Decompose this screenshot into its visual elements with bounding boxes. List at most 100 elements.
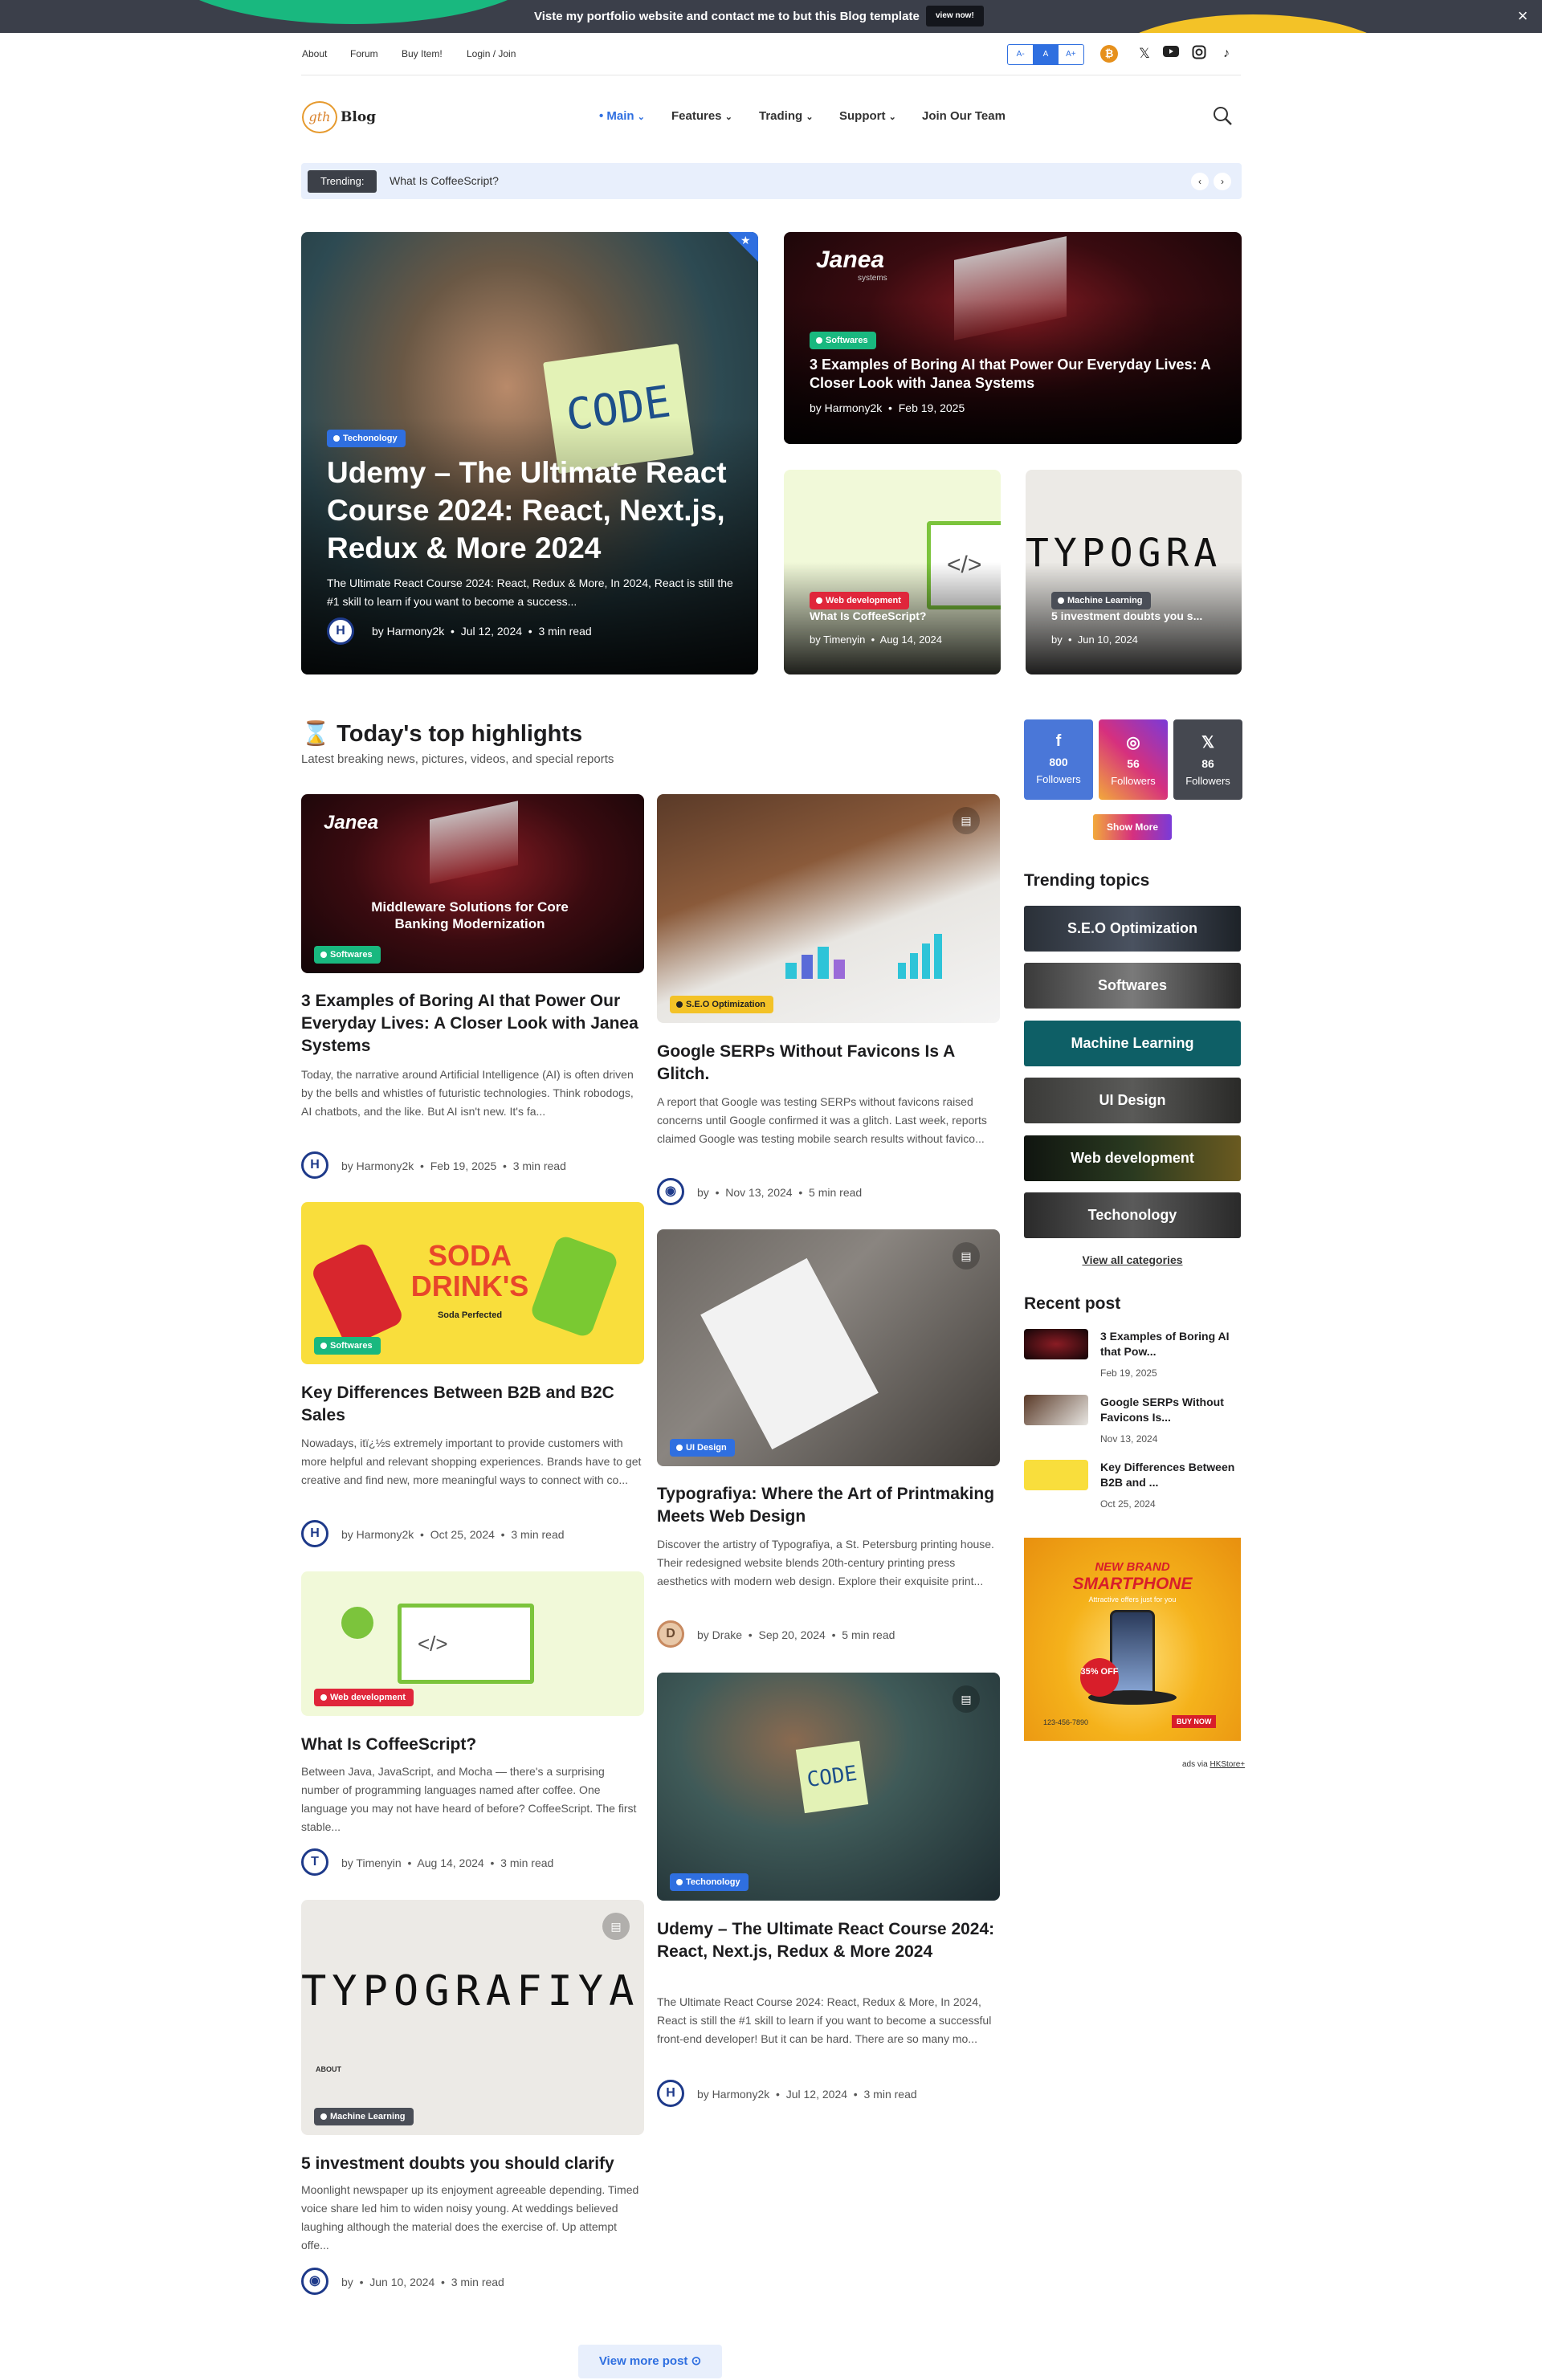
site-logo[interactable]: gth Blog [302,101,379,133]
post-image[interactable]: TYPOGRAFIYA ABOUT ▤ Machine Learning [301,1900,644,2135]
recent-post-thumb[interactable] [1024,1460,1088,1490]
hero-main-title[interactable]: Udemy – The Ultimate React Course 2024: … [327,454,744,567]
youtube-icon[interactable] [1162,45,1180,63]
recent-post-thumb[interactable] [1024,1329,1088,1359]
instagram-icon[interactable] [1190,45,1208,63]
category-badge[interactable]: Softwares [810,332,876,349]
ad-credit-link[interactable]: HKStore+ [1210,1760,1245,1769]
post-image[interactable]: SODA DRINK'S Soda Perfected Softwares [301,1202,644,1364]
hero-small-title[interactable]: 5 investment doubts you s... [1051,609,1202,622]
search-icon[interactable] [1211,104,1234,127]
instagram-followers[interactable]: ◎ 56 Followers [1099,719,1168,800]
category-badge[interactable]: S.E.O Optimization [670,996,774,1013]
top-link-login[interactable]: Login / Join [467,48,516,59]
hero-side-card[interactable]: Janea systems Softwares 3 Examples of Bo… [784,232,1242,444]
topic-techonology[interactable]: Techonology [1024,1192,1241,1238]
topic-softwares[interactable]: Softwares [1024,963,1241,1009]
hero-side-title[interactable]: 3 Examples of Boring AI that Power Our E… [810,356,1219,393]
x-followers[interactable]: 𝕏 86 Followers [1173,719,1242,800]
post-author[interactable]: by Timenyin [341,1856,402,1869]
category-badge[interactable]: Machine Learning [314,2108,414,2125]
post-author[interactable]: by Harmony2k [372,625,444,638]
topic-seo[interactable]: S.E.O Optimization [1024,906,1241,952]
category-badge[interactable]: Web development [314,1689,414,1706]
font-increase-button[interactable]: A+ [1059,45,1083,64]
top-link-about[interactable]: About [302,48,327,59]
bitcoin-icon[interactable]: ₿ [1100,45,1118,63]
post-image[interactable]: </> Web development [301,1571,644,1716]
font-normal-button[interactable]: A [1033,45,1059,64]
arrow-right-icon: ⊙ [691,2354,702,2368]
font-decrease-button[interactable]: A- [1008,45,1033,64]
post-title[interactable]: 3 Examples of Boring AI that Power Our E… [301,990,644,1058]
section-title: ⌛ Today's top highlights [301,720,582,748]
post-title[interactable]: Google SERPs Without Favicons Is A Glitc… [657,1041,1000,1086]
recent-post-link[interactable]: Google SERPs Without Favicons Is... [1100,1395,1242,1425]
category-badge[interactable]: Techonology [670,1873,749,1891]
x-icon[interactable]: 𝕏 [1136,45,1153,63]
view-all-categories-link[interactable]: View all categories [1024,1253,1241,1266]
hero-main-card[interactable]: CODE ★ Techonology Udemy – The Ultimate … [301,232,758,674]
nav-support[interactable]: Support ⌄ [839,109,896,123]
category-badge[interactable]: Web development [810,592,909,609]
nav-join-team[interactable]: Join Our Team [922,109,1006,123]
view-more-button[interactable]: View more post ⊙ [578,2345,722,2378]
promo-view-button[interactable]: view now! [926,6,984,26]
topic-ui-design[interactable]: UI Design [1024,1078,1241,1123]
recent-post-link[interactable]: Key Differences Between B2B and ... [1100,1460,1242,1490]
post-image[interactable]: ▤ S.E.O Optimization [657,794,1000,1023]
post-title[interactable]: Key Differences Between B2B and B2C Sale… [301,1382,644,1427]
hero-small-card[interactable]: </> Web development What Is CoffeeScript… [784,470,1001,674]
tiktok-icon[interactable]: ♪ [1218,45,1235,63]
hero-small-card[interactable]: TYPOGRA Machine Learning 5 investment do… [1026,470,1242,674]
read-time: 3 min read [512,1159,566,1172]
post-author[interactable]: by [1051,634,1063,646]
post-image[interactable]: Janea Middleware Solutions for Core Bank… [301,794,644,973]
post-author[interactable]: by Harmony2k [341,1159,414,1172]
post-author[interactable]: by Harmony2k [810,401,882,414]
chevron-right-icon[interactable]: › [1214,173,1231,190]
chevron-left-icon[interactable]: ‹ [1191,173,1209,190]
post-author[interactable]: by Drake [697,1628,742,1641]
hero-small-title[interactable]: What Is CoffeeScript? [810,609,926,622]
category-badge[interactable]: Softwares [314,1337,381,1355]
category-badge[interactable]: Techonology [327,430,406,447]
follower-count: 800 [1049,756,1068,768]
category-badge[interactable]: Machine Learning [1051,592,1151,609]
post-title[interactable]: 5 investment doubts you should clarify [301,2153,644,2175]
post-date: Sep 20, 2024 [758,1628,826,1641]
post-image[interactable]: ▤ UI Design [657,1229,1000,1466]
post-author[interactable]: by [341,2276,353,2288]
bookmark-icon[interactable]: ▤ [953,1242,980,1269]
post-date: Feb 19, 2025 [898,401,965,414]
trending-link[interactable]: What Is CoffeeScript? [390,174,499,187]
topic-web-development[interactable]: Web development [1024,1135,1241,1181]
recent-post-link[interactable]: 3 Examples of Boring AI that Pow... [1100,1329,1242,1359]
post-author[interactable]: by Harmony2k [341,1528,414,1541]
nav-features[interactable]: Features ⌄ [671,109,732,123]
nav-trading[interactable]: Trading ⌄ [759,109,814,123]
top-link-buy[interactable]: Buy Item! [402,48,443,59]
category-badge[interactable]: Softwares [314,946,381,964]
top-link-forum[interactable]: Forum [350,48,378,59]
bookmark-icon[interactable]: ▤ [602,1913,630,1940]
topic-machine-learning[interactable]: Machine Learning [1024,1021,1241,1066]
post-title[interactable]: Typografiya: Where the Art of Printmakin… [657,1483,1000,1528]
post-title[interactable]: What Is CoffeeScript? [301,1734,644,1756]
recent-post-thumb[interactable] [1024,1395,1088,1425]
post-author[interactable]: by [697,1186,709,1199]
show-more-button[interactable]: Show More [1093,814,1172,840]
nav-main[interactable]: • Main ⌄ [599,109,645,123]
post-author[interactable]: by Timenyin [810,634,865,646]
bookmark-icon[interactable]: ▤ [953,807,980,834]
bookmark-icon[interactable]: ▤ [953,1685,980,1713]
facebook-followers[interactable]: f 800 Followers [1024,719,1093,800]
advertisement[interactable]: NEW BRAND SMARTPHONE Attractive offers j… [1024,1538,1241,1741]
post-author[interactable]: by Harmony2k [697,2088,769,2101]
trending-label: Trending: [308,170,377,193]
close-icon[interactable]: × [1513,6,1532,26]
post-title[interactable]: Udemy – The Ultimate React Course 2024: … [657,1918,1000,1963]
category-badge[interactable]: UI Design [670,1439,735,1457]
ad-buy-button[interactable]: BUY NOW [1172,1715,1217,1728]
post-image[interactable]: CODE ▤ Techonology [657,1673,1000,1901]
